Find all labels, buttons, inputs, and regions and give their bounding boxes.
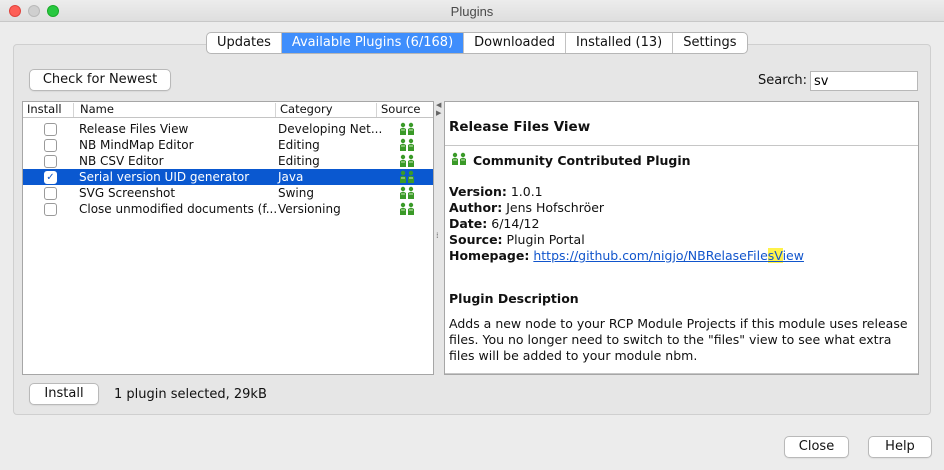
tab-installed[interactable]: Installed (13) [566, 33, 674, 53]
divider [445, 373, 918, 374]
community-plugin-icon [400, 186, 414, 199]
plugin-name-cell: SVG Screenshot [79, 186, 176, 200]
table-row[interactable]: NB CSV Editor Editing [23, 153, 433, 169]
source-value: Plugin Portal [506, 232, 585, 247]
date-line: Date: 6/14/12 [449, 216, 539, 231]
window-title: Plugins [450, 4, 494, 19]
collapse-right-icon[interactable]: ▶ [436, 109, 441, 117]
table-row[interactable]: ✓ Serial version UID generator Java [23, 169, 433, 185]
collapse-left-icon[interactable]: ◀ [436, 101, 441, 109]
plugin-name-cell: Serial version UID generator [79, 170, 250, 184]
date-value: 6/14/12 [491, 216, 540, 231]
plugin-category-cell: Editing [278, 154, 320, 168]
version-label: Version: [449, 184, 507, 199]
community-plugin-icon [400, 170, 414, 183]
plugins-table: Install Name Category Source Release Fil… [22, 101, 434, 375]
install-checkbox[interactable] [44, 139, 57, 152]
close-button[interactable]: Close [784, 436, 849, 458]
plugin-name-cell: NB MindMap Editor [79, 138, 194, 152]
community-plugin-icon [400, 138, 414, 151]
version-line: Version: 1.0.1 [449, 184, 543, 199]
plugin-name-cell: NB CSV Editor [79, 154, 164, 168]
help-button[interactable]: Help [868, 436, 932, 458]
tab-updates[interactable]: Updates [207, 33, 282, 53]
version-value: 1.0.1 [510, 184, 543, 199]
plugin-category-cell: Editing [278, 138, 320, 152]
homepage-line: Homepage: https://github.com/nigjo/NBRel… [449, 248, 804, 263]
source-line: Source: Plugin Portal [449, 232, 585, 247]
plugin-description: Adds a new node to your RCP Module Proje… [449, 316, 908, 363]
tab-available-plugins[interactable]: Available Plugins (6/168) [281, 33, 465, 53]
search-highlight: sV [767, 248, 783, 263]
date-label: Date: [449, 216, 488, 231]
community-plugin-icon [400, 122, 414, 135]
install-checkbox[interactable] [44, 203, 57, 216]
author-label: Author: [449, 200, 503, 215]
plugin-source-type: Community Contributed Plugin [473, 153, 691, 168]
check-for-newest-button[interactable]: Check for Newest [29, 69, 171, 91]
plugin-category-cell: Swing [278, 186, 314, 200]
install-checkbox[interactable] [44, 123, 57, 136]
community-plugin-icon [400, 154, 414, 167]
selection-status: 1 plugin selected, 29kB [114, 387, 267, 402]
install-checkbox[interactable] [44, 155, 57, 168]
source-label: Source: [449, 232, 503, 247]
install-button[interactable]: Install [29, 383, 99, 405]
plugin-category-cell: Versioning [278, 202, 341, 216]
search-label: Search: [758, 73, 808, 88]
table-header: Install Name Category Source [23, 102, 433, 118]
community-plugin-icon [452, 152, 466, 165]
column-header-category[interactable]: Category [276, 103, 377, 117]
tab-settings[interactable]: Settings [673, 33, 746, 53]
table-row[interactable]: Close unmodified documents (f... Versioni… [23, 201, 433, 217]
plugin-title: Release Files View [449, 119, 591, 135]
column-header-name[interactable]: Name [76, 103, 276, 117]
author-line: Author: Jens Hofschröer [449, 200, 604, 215]
homepage-link-text-end: iew [782, 248, 804, 263]
table-row[interactable]: NB MindMap Editor Editing [23, 137, 433, 153]
table-row[interactable]: SVG Screenshot Swing [23, 185, 433, 201]
divider [445, 145, 918, 146]
tab-downloaded[interactable]: Downloaded [464, 33, 567, 53]
homepage-link[interactable]: https://github.com/nigjo/NBRelaseFilesVi… [533, 248, 804, 263]
plugin-category-cell: Java [278, 170, 304, 184]
homepage-link-text: https://github.com/nigjo/NBRelaseFile [533, 248, 768, 263]
split-pane-divider[interactable]: ◀ ▶ ⁞ [436, 101, 442, 375]
plugin-name-cell: Release Files View [79, 122, 189, 136]
plugin-name-cell: Close unmodified documents (f... [79, 202, 278, 216]
tab-bar: Updates Available Plugins (6/168) Downlo… [206, 32, 748, 54]
plugin-detail-panel: Release Files View Community Contributed… [444, 101, 919, 375]
community-plugin-icon [400, 202, 414, 215]
title-bar: Plugins [0, 0, 944, 22]
search-input[interactable] [810, 71, 918, 91]
install-checkbox[interactable]: ✓ [44, 171, 57, 184]
splitter-grip-icon[interactable]: ⁞ [436, 231, 439, 240]
column-header-source[interactable]: Source [377, 103, 433, 117]
author-value: Jens Hofschröer [506, 200, 605, 215]
table-row[interactable]: Release Files View Developing Net... [23, 121, 433, 137]
plugin-category-cell: Developing Net... [278, 122, 383, 136]
column-header-install[interactable]: Install [23, 103, 74, 117]
description-title: Plugin Description [449, 291, 579, 306]
homepage-label: Homepage: [449, 248, 530, 263]
install-checkbox[interactable] [44, 187, 57, 200]
